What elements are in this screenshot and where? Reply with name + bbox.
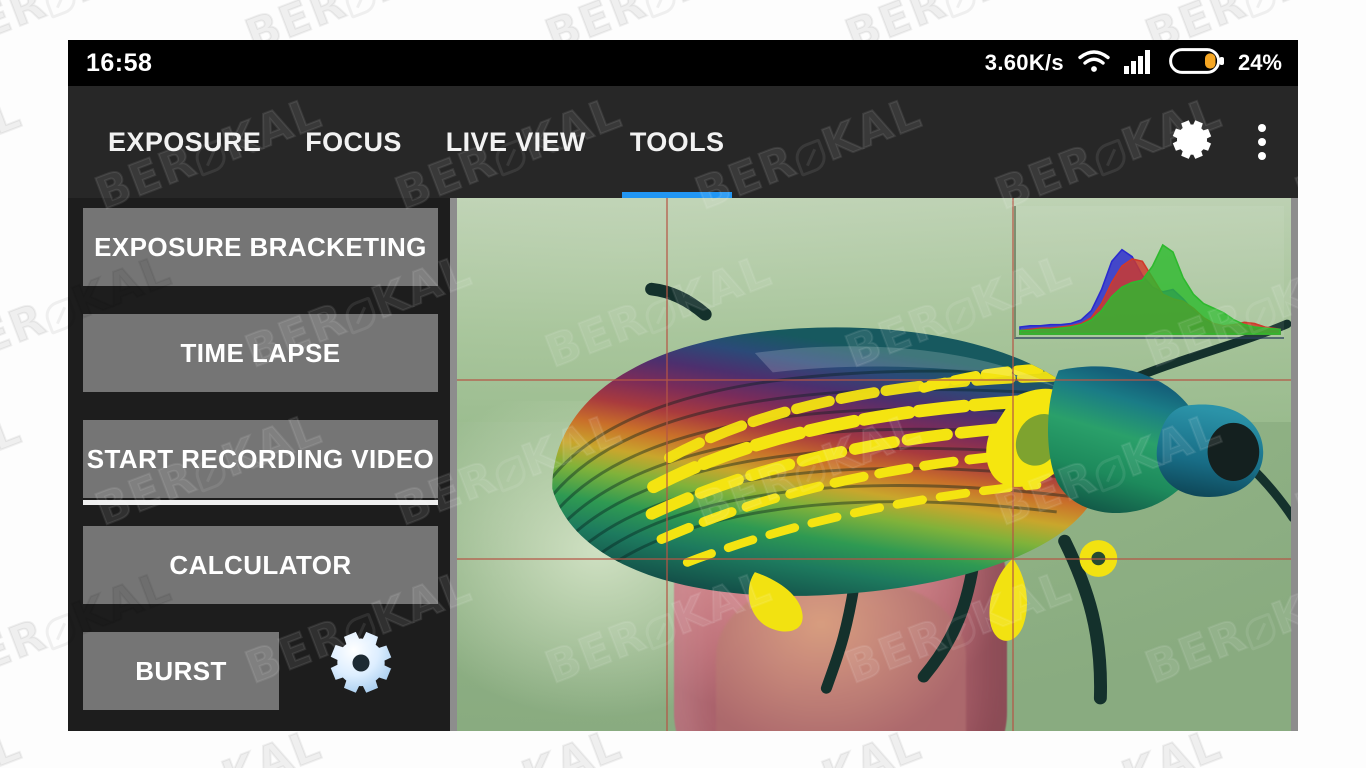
wifi-icon [1077, 48, 1111, 79]
start-recording-video-button[interactable]: START RECORDING VIDEO [83, 420, 438, 505]
watermark-text: BERKAL [0, 86, 30, 172]
time-lapse-button[interactable]: TIME LAPSE [83, 314, 438, 392]
leaf-icon [1241, 0, 1281, 19]
more-vertical-icon[interactable] [1246, 118, 1278, 166]
page-margin-bottom [0, 731, 1366, 768]
grid-line-vertical [665, 198, 668, 731]
leaf-icon [941, 0, 981, 19]
tab-label: FOCUS [305, 126, 402, 157]
app-tab-bar: EXPOSURE FOCUS LIVE VIEW TOOLS [68, 86, 1298, 198]
rgb-histogram [1014, 206, 1284, 339]
network-speed-text: 3.60K/s [984, 50, 1064, 75]
battery-icon [1169, 47, 1225, 79]
battery-percent-text: 24% [1237, 50, 1282, 75]
tab-live-view[interactable]: LIVE VIEW [424, 86, 608, 198]
live-view-preview[interactable] [450, 198, 1298, 731]
tab-label: TOOLS [629, 126, 725, 157]
gear-icon[interactable] [320, 622, 402, 709]
grid-line-horizontal [457, 557, 1291, 560]
signal-bars-icon [1123, 48, 1156, 79]
leaf-icon [341, 0, 381, 19]
status-clock: 16:58 [86, 48, 153, 77]
dot [1258, 124, 1266, 132]
histogram-chart [1019, 243, 1281, 335]
tab-tools[interactable]: TOOLS [608, 86, 747, 198]
leaf-icon [41, 0, 81, 19]
screenshot-stage: 16:58 3.60K/s 24% EXPOSURE FOCUS LIVE VI… [0, 0, 1366, 768]
tab-label: LIVE VIEW [445, 126, 586, 157]
tab-list: EXPOSURE FOCUS LIVE VIEW TOOLS [86, 86, 746, 198]
gear-icon[interactable] [1166, 114, 1218, 171]
dot [1258, 152, 1266, 160]
calculator-button[interactable]: CALCULATOR [83, 526, 438, 604]
app-body: EXPOSURE BRACKETING TIME LAPSE START REC… [68, 198, 1298, 731]
watermark-text: BERKAL [0, 402, 30, 488]
dot [1258, 138, 1266, 146]
burst-button[interactable]: BURST [83, 632, 279, 710]
leaf-icon [641, 0, 681, 19]
exposure-bracketing-button[interactable]: EXPOSURE BRACKETING [83, 208, 438, 286]
tab-exposure[interactable]: EXPOSURE [86, 86, 283, 198]
tools-sidebar: EXPOSURE BRACKETING TIME LAPSE START REC… [68, 198, 450, 731]
page-margin-right [1298, 0, 1366, 768]
tab-focus[interactable]: FOCUS [283, 86, 424, 198]
grid-line-horizontal [457, 379, 1291, 382]
phone-screen: 16:58 3.60K/s 24% EXPOSURE FOCUS LIVE VI… [68, 40, 1298, 731]
status-bar: 16:58 3.60K/s 24% [68, 40, 1298, 86]
status-indicators: 3.60K/s 24% [984, 47, 1282, 79]
histogram-series-green [1019, 243, 1281, 335]
tab-label: EXPOSURE [108, 126, 262, 157]
app-bar-actions [1166, 86, 1278, 198]
